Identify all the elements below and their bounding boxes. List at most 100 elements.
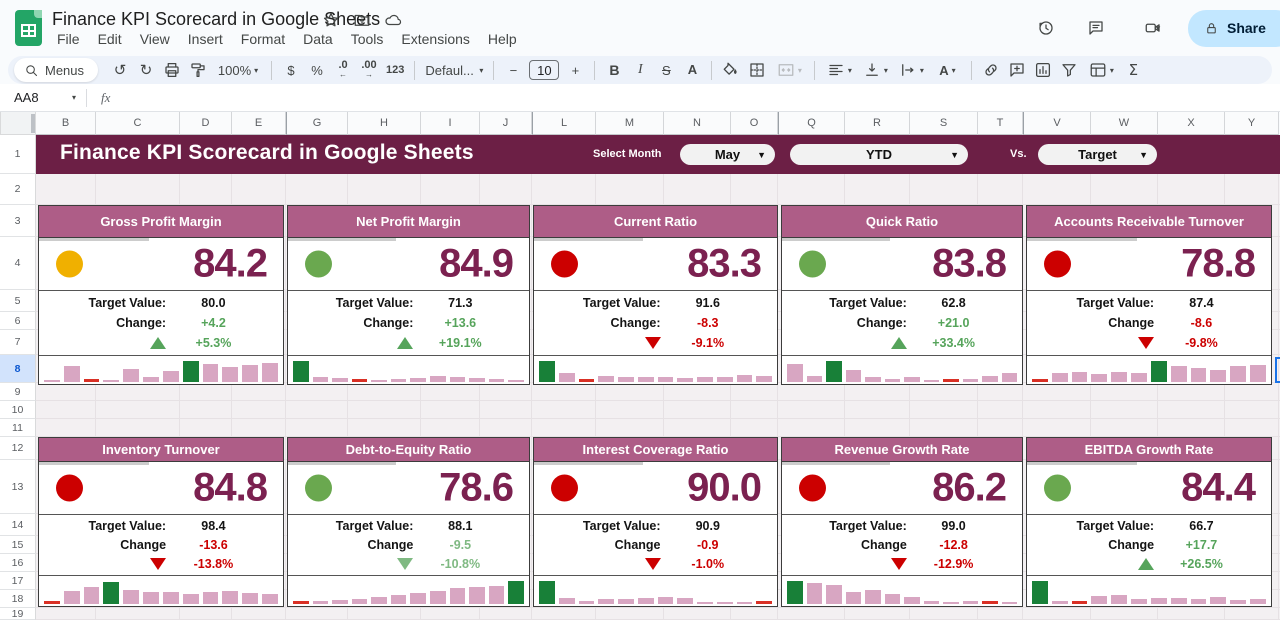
select-all-corner[interactable]: [0, 112, 36, 135]
menu-item-view[interactable]: View: [133, 29, 177, 49]
column-header-Y[interactable]: Y: [1225, 112, 1279, 135]
column-header-N[interactable]: N: [664, 112, 731, 135]
column-header-Q[interactable]: Q: [778, 112, 845, 135]
menu-item-edit[interactable]: Edit: [91, 29, 129, 49]
bold-button[interactable]: B: [602, 58, 626, 82]
sparkline-bar: [787, 581, 803, 604]
text-wrap-button[interactable]: ▾: [894, 58, 928, 82]
row-header-8[interactable]: 8: [0, 355, 36, 383]
insert-comment-button[interactable]: [1005, 58, 1029, 82]
row-header-15[interactable]: 15: [0, 536, 36, 554]
sheets-logo-icon[interactable]: [15, 10, 42, 46]
increase-font-size-button[interactable]: +: [563, 58, 587, 82]
sparkline-bar: [1111, 372, 1127, 382]
sparkline-bar: [1250, 365, 1266, 382]
insert-link-button[interactable]: [979, 58, 1003, 82]
row-header-2[interactable]: 2: [0, 174, 36, 205]
italic-button[interactable]: I: [628, 58, 652, 82]
strikethrough-button[interactable]: S: [654, 58, 678, 82]
sparkline-bar: [450, 377, 466, 382]
row-header-19[interactable]: 19: [0, 608, 36, 620]
zoom-select[interactable]: 100%▾: [212, 58, 264, 82]
menu-item-extensions[interactable]: Extensions: [394, 29, 476, 49]
functions-button[interactable]: Σ: [1121, 58, 1145, 82]
column-header-B[interactable]: B: [36, 112, 96, 135]
redo-button[interactable]: ↻: [134, 58, 158, 82]
row-header-10[interactable]: 10: [0, 401, 36, 419]
column-header-T[interactable]: T: [978, 112, 1023, 135]
sparkline-bar: [677, 378, 693, 382]
row-header-18[interactable]: 18: [0, 590, 36, 608]
row-header-5[interactable]: 5: [0, 290, 36, 312]
row-header-4[interactable]: 4: [0, 237, 36, 290]
period-dropdown[interactable]: YTD▼: [790, 144, 968, 165]
name-box[interactable]: AA8▾: [0, 90, 76, 105]
row-header-14[interactable]: 14: [0, 514, 36, 536]
column-header-D[interactable]: D: [180, 112, 232, 135]
video-call-caret-icon[interactable]: ▾: [1156, 23, 1161, 34]
share-button[interactable]: Share: [1188, 10, 1280, 47]
format-currency-button[interactable]: $: [279, 58, 303, 82]
sparkline-bar: [371, 597, 387, 604]
fill-color-button[interactable]: [719, 58, 743, 82]
month-dropdown[interactable]: May▼: [680, 144, 775, 165]
create-filter-button[interactable]: [1057, 58, 1081, 82]
format-percent-button[interactable]: %: [305, 58, 329, 82]
version-history-icon[interactable]: [1026, 8, 1066, 48]
menu-item-help[interactable]: Help: [481, 29, 524, 49]
menu-item-insert[interactable]: Insert: [181, 29, 230, 49]
column-header-V[interactable]: V: [1023, 112, 1091, 135]
increase-decimal-button[interactable]: .00→: [357, 58, 381, 82]
text-color-button[interactable]: A: [680, 58, 704, 82]
row-header-17[interactable]: 17: [0, 572, 36, 590]
sparkline-bar: [332, 600, 348, 604]
column-header-O[interactable]: O: [731, 112, 778, 135]
compare-dropdown[interactable]: Target▼: [1038, 144, 1157, 165]
row-header-6[interactable]: 6: [0, 312, 36, 330]
sparkline-bar: [1230, 366, 1246, 382]
borders-button[interactable]: [745, 58, 769, 82]
table-views-button[interactable]: ▾: [1083, 58, 1119, 82]
column-header-I[interactable]: I: [421, 112, 480, 135]
change-percent: +19.1%: [425, 336, 529, 350]
decrease-font-size-button[interactable]: −: [501, 58, 525, 82]
column-header-H[interactable]: H: [348, 112, 421, 135]
undo-button[interactable]: ↺: [108, 58, 132, 82]
column-header-W[interactable]: W: [1091, 112, 1158, 135]
column-header-X[interactable]: X: [1158, 112, 1225, 135]
text-rotation-button[interactable]: A▾: [930, 58, 964, 82]
vertical-align-button[interactable]: ▾: [858, 58, 892, 82]
menu-item-file[interactable]: File: [50, 29, 87, 49]
menu-item-format[interactable]: Format: [234, 29, 292, 49]
paint-format-button[interactable]: [186, 58, 210, 82]
column-header-R[interactable]: R: [845, 112, 910, 135]
row-header-7[interactable]: 7: [0, 330, 36, 355]
horizontal-align-button[interactable]: ▾: [822, 58, 856, 82]
sheet-canvas[interactable]: Finance KPI Scorecard in Google Sheets S…: [36, 135, 1280, 620]
video-call-icon[interactable]: ▾: [1126, 8, 1178, 48]
menu-item-tools[interactable]: Tools: [344, 29, 391, 49]
more-formats-button[interactable]: 123: [383, 58, 407, 82]
font-size-input[interactable]: 10: [529, 60, 559, 80]
row-header-11[interactable]: 11: [0, 419, 36, 437]
column-header-J[interactable]: J: [480, 112, 532, 135]
row-header-1[interactable]: 1: [0, 135, 36, 174]
column-header-S[interactable]: S: [910, 112, 978, 135]
print-button[interactable]: [160, 58, 184, 82]
column-header-L[interactable]: L: [532, 112, 596, 135]
column-header-E[interactable]: E: [232, 112, 286, 135]
row-header-3[interactable]: 3: [0, 205, 36, 237]
column-header-M[interactable]: M: [596, 112, 664, 135]
menu-item-data[interactable]: Data: [296, 29, 340, 49]
row-header-9[interactable]: 9: [0, 383, 36, 401]
row-header-13[interactable]: 13: [0, 460, 36, 514]
row-header-16[interactable]: 16: [0, 554, 36, 572]
column-header-G[interactable]: G: [286, 112, 348, 135]
row-header-12[interactable]: 12: [0, 437, 36, 460]
menus-search-button[interactable]: Menus: [14, 58, 98, 82]
column-header-C[interactable]: C: [96, 112, 180, 135]
decrease-decimal-button[interactable]: .0←: [331, 58, 355, 82]
comments-icon[interactable]: [1076, 8, 1116, 48]
insert-chart-button[interactable]: [1031, 58, 1055, 82]
font-select[interactable]: Defaul...▾: [422, 58, 486, 82]
